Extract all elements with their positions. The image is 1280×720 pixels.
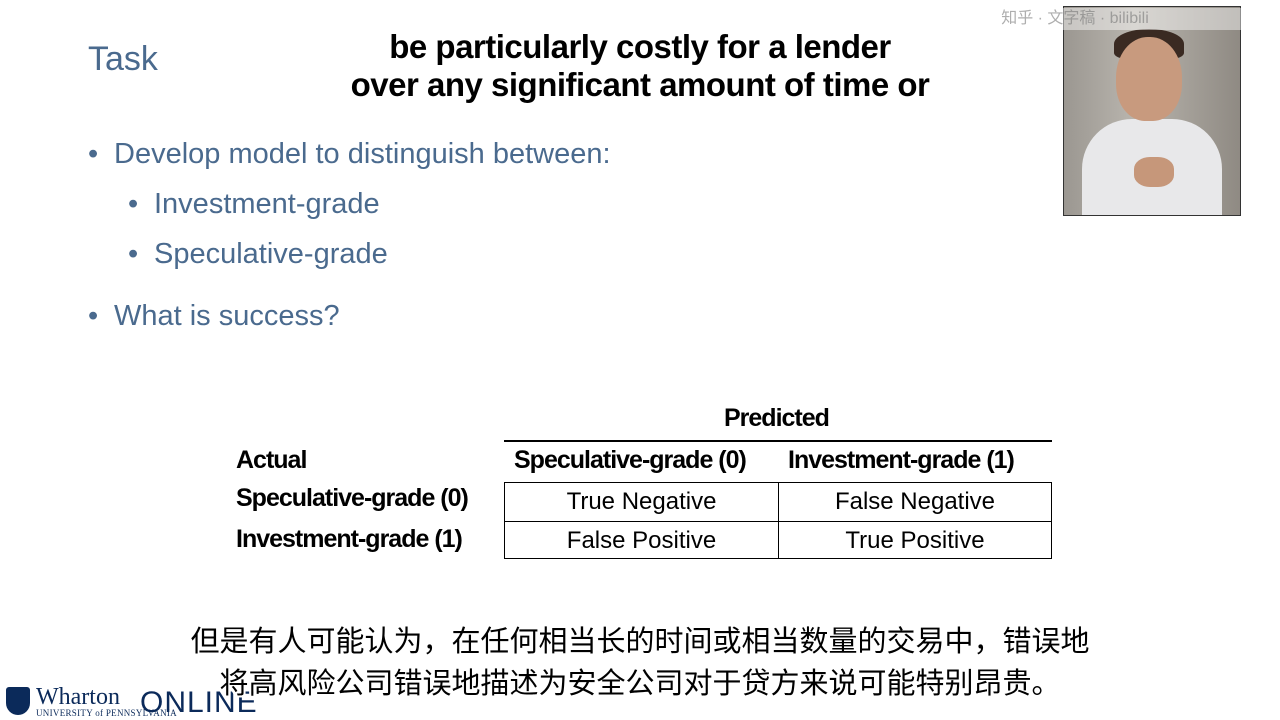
bullet-text: Speculative-grade [154, 238, 388, 270]
slide-title: Task [88, 40, 158, 78]
bullet-develop-model: • Develop model to distinguish between: [88, 138, 611, 171]
sub-bullet-speculative-grade: • Speculative-grade [128, 238, 388, 271]
bullet-text: What is success? [114, 300, 340, 332]
actual-header: Actual [236, 446, 307, 474]
presenter-hand [1134, 157, 1174, 187]
wharton-shield-icon [6, 687, 30, 715]
bullet-text: Develop model to distinguish between: [114, 138, 611, 170]
wharton-logo-text: Wharton [36, 684, 120, 710]
caption-chinese-line-1: 但是有人可能认为，在任何相当长的时间或相当数量的交易中，错误地 [190, 624, 1090, 658]
bullet-dot: • [88, 300, 99, 332]
bullet-dot: • [88, 138, 99, 170]
confusion-matrix: Predicted Actual Speculative-grade (0) I… [232, 404, 1052, 564]
caption-english-line-2: over any significant amount of time or [350, 66, 930, 103]
column-header-speculative: Speculative-grade (0) [514, 446, 747, 474]
sub-bullet-investment-grade: • Investment-grade [128, 188, 380, 221]
cell-false-negative: False Negative [778, 482, 1052, 522]
watermark: 知乎 · 文字稿 · bilibili [905, 8, 1245, 30]
cell-true-negative: True Negative [504, 482, 779, 522]
bullet-dot: • [128, 188, 139, 220]
predicted-header: Predicted [724, 404, 830, 432]
row-header-speculative: Speculative-grade (0) [236, 484, 469, 512]
column-header-investment: Investment-grade (1) [788, 446, 1015, 474]
cell-true-positive: True Positive [778, 521, 1052, 559]
cell-false-positive: False Positive [504, 521, 779, 559]
bullet-dot: • [128, 238, 139, 270]
caption-chinese-line-2: 将高风险公司错误地描述为安全公司对于贷方来说可能特别昂贵。 [219, 666, 1061, 700]
presenter-webcam [1063, 6, 1241, 216]
row-header-investment: Investment-grade (1) [236, 525, 463, 553]
bullet-text: Investment-grade [154, 188, 380, 220]
predicted-underline [504, 440, 1052, 442]
presenter-head [1116, 37, 1182, 121]
caption-english-line-1: be particularly costly for a lender [389, 28, 891, 65]
bullet-what-is-success: • What is success? [88, 300, 340, 333]
